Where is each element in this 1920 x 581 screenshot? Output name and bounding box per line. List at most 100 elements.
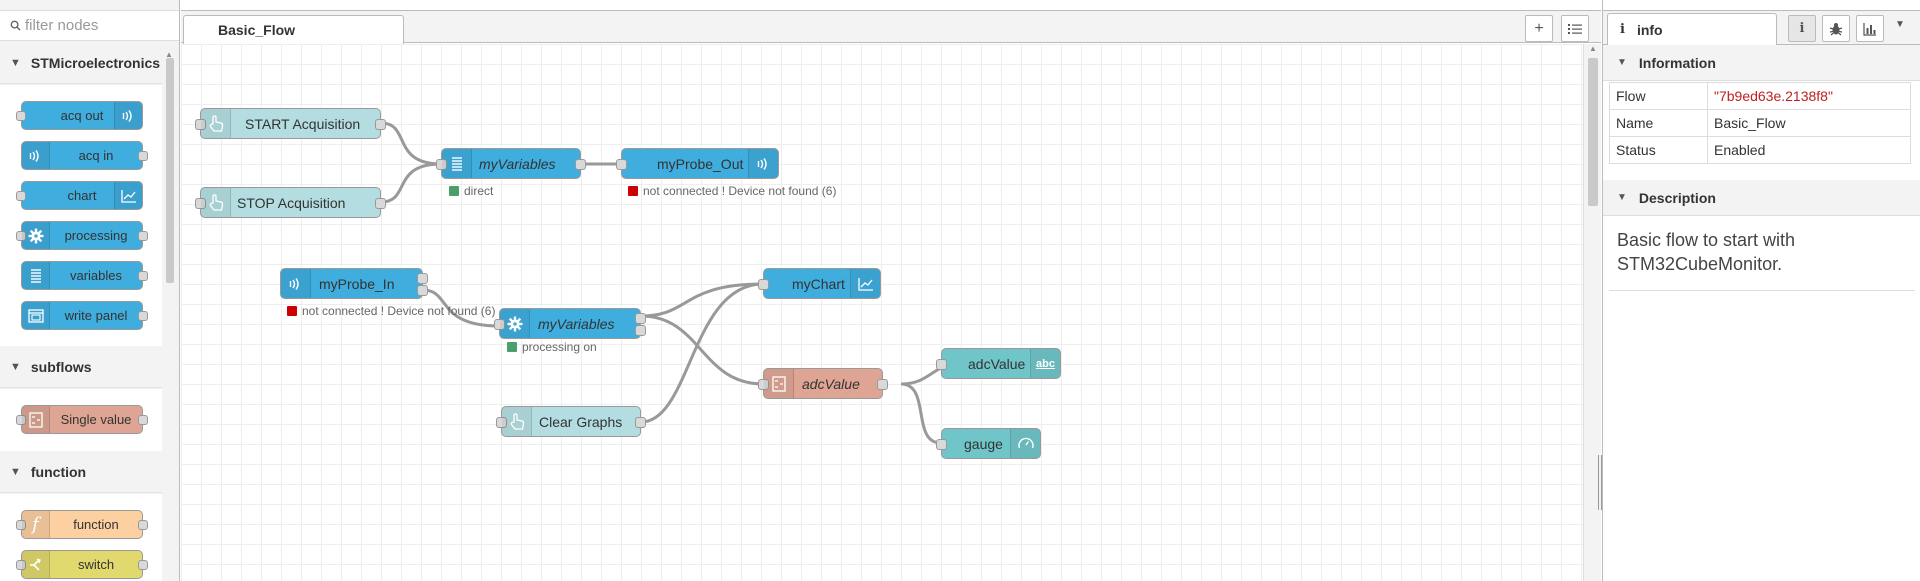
info-key: Name	[1609, 109, 1708, 137]
status-dot	[628, 186, 638, 196]
palette-category-body: Single value	[0, 389, 162, 454]
section-title: Information	[1638, 54, 1716, 71]
palette-scrollbar[interactable]: ▲	[163, 50, 175, 581]
node-label: adcValue	[968, 355, 1026, 372]
list-icon	[22, 262, 50, 289]
palette-search-input[interactable]	[25, 17, 175, 34]
node-start-acquisition[interactable]: START Acquisition	[195, 108, 386, 139]
node-adc-value-function[interactable]: adcValue	[758, 368, 888, 399]
flow-list-button[interactable]	[1561, 15, 1589, 42]
sidebar-tabs-bar: i info i ▼	[1603, 10, 1920, 45]
tab-basic-flow[interactable]: Basic_Flow	[183, 15, 404, 44]
list-icon	[1568, 23, 1582, 34]
node-my-variables-top[interactable]: myVariables	[436, 148, 586, 179]
info-key: Status	[1609, 136, 1708, 164]
node-status: not connected ! Device not found (6)	[287, 304, 495, 318]
plus-icon: +	[1534, 19, 1544, 37]
node-gauge[interactable]: gauge	[936, 428, 1041, 459]
debug-tab-button[interactable]	[1822, 15, 1850, 42]
subflow-icon	[764, 369, 794, 398]
info-tab-button[interactable]: i	[1788, 15, 1816, 42]
section-description-header[interactable]: ▼ Description	[1603, 180, 1920, 216]
wire	[380, 162, 442, 204]
bar-chart-icon	[1863, 22, 1876, 36]
wifi-icon	[748, 149, 778, 178]
palette-category-body: acq out acq in chart processing variable…	[0, 85, 162, 350]
node-my-variables-processing[interactable]: myVariables	[494, 308, 646, 339]
status-dot	[449, 186, 459, 196]
palette-category-subflows[interactable]: ▼ subflows	[0, 346, 162, 388]
palette-category-stmicroelectronics[interactable]: ▼ STMicroelectronics	[0, 42, 162, 84]
flow-canvas[interactable]: START Acquisition STOP Acquisition myVar…	[181, 44, 1583, 581]
flow-id-value: "7b9ed63e.2138f8"	[1707, 82, 1911, 110]
node-my-probe-out[interactable]: myProbe_Out	[616, 148, 779, 179]
node-my-probe-in[interactable]: myProbe_In	[280, 268, 428, 299]
dashboard-tab-button[interactable]	[1856, 15, 1884, 42]
palette-node-single-value[interactable]: Single value	[16, 405, 148, 434]
output-port	[635, 416, 646, 428]
palette-node-chart[interactable]: chart	[16, 181, 143, 210]
status-dot	[507, 342, 517, 352]
flow-status-value: Enabled	[1707, 136, 1911, 164]
tab-info[interactable]: i info	[1607, 13, 1777, 45]
input-port	[936, 438, 947, 450]
chevron-down-icon: ▼	[10, 56, 21, 69]
output-port	[375, 118, 386, 130]
input-port	[16, 190, 26, 201]
node-label: myVariables	[538, 315, 615, 332]
palette-category-body: f function switch	[0, 494, 162, 581]
palette-node-variables[interactable]: variables	[21, 261, 148, 290]
section-information-header[interactable]: ▼ Information	[1603, 45, 1920, 81]
info-table: Flow "7b9ed63e.2138f8" Name Basic_Flow S…	[1609, 82, 1911, 164]
palette-node-write-panel[interactable]: write panel	[21, 301, 148, 330]
palette-node-acq-out[interactable]: acq out	[16, 101, 143, 130]
table-row: Flow "7b9ed63e.2138f8"	[1609, 82, 1911, 110]
palette-search-bar	[0, 10, 179, 41]
wifi-icon	[281, 269, 311, 298]
scrollbar-thumb[interactable]	[166, 58, 174, 283]
abc-badge: abc	[1036, 357, 1055, 370]
flow-name-value: Basic_Flow	[1707, 109, 1911, 137]
status-text: processing on	[522, 340, 597, 354]
node-adc-value-text[interactable]: adcValue abc	[936, 348, 1061, 379]
status-text: not connected ! Device not found (6)	[643, 184, 837, 198]
node-label: STOP Acquisition	[237, 194, 346, 211]
table-row: Name Basic_Flow	[1609, 109, 1911, 137]
gauge-icon	[1010, 429, 1040, 458]
output-port	[417, 272, 428, 284]
workspace-tabs-bar: Basic_Flow +	[181, 10, 1601, 44]
category-label: subflows	[30, 358, 92, 375]
text-abc-icon: abc	[1030, 349, 1060, 378]
palette-node-acq-in[interactable]: acq in	[21, 141, 148, 170]
wifi-icon	[114, 102, 142, 129]
palette-category-function[interactable]: ▼ function	[0, 451, 162, 493]
category-label: STMicroelectronics	[30, 54, 161, 71]
chevron-down-icon: ▼	[1617, 57, 1627, 68]
wifi-icon	[22, 142, 50, 169]
scroll-up-icon[interactable]: ▲	[1589, 44, 1597, 53]
function-icon: f	[22, 511, 50, 538]
hand-pointer-icon	[502, 407, 532, 436]
chart-icon	[114, 182, 142, 209]
gear-icon	[22, 222, 50, 249]
palette-node-processing[interactable]: processing	[16, 221, 148, 250]
sidebar-menu-caret[interactable]: ▼	[1895, 19, 1905, 30]
scrollbar-thumb[interactable]	[1588, 58, 1598, 206]
node-palette: ▼ STMicroelectronics acq out acq in char	[0, 0, 180, 581]
wire	[380, 121, 442, 166]
output-port	[635, 324, 646, 336]
output-port	[138, 150, 148, 161]
node-status: processing on	[507, 340, 597, 354]
chevron-down-icon: ▼	[10, 360, 21, 373]
output-port	[138, 230, 148, 241]
palette-node-function[interactable]: f function	[16, 510, 148, 539]
output-port	[138, 310, 148, 321]
chevron-down-icon: ▼	[10, 465, 21, 478]
node-stop-acquisition[interactable]: STOP Acquisition	[195, 187, 386, 218]
add-flow-button[interactable]: +	[1525, 15, 1553, 42]
node-my-chart[interactable]: myChart	[758, 268, 881, 299]
node-clear-graphs[interactable]: Clear Graphs	[496, 406, 646, 437]
output-port	[635, 312, 646, 324]
node-status: not connected ! Device not found (6)	[628, 184, 836, 198]
palette-node-switch[interactable]: switch	[16, 550, 148, 579]
